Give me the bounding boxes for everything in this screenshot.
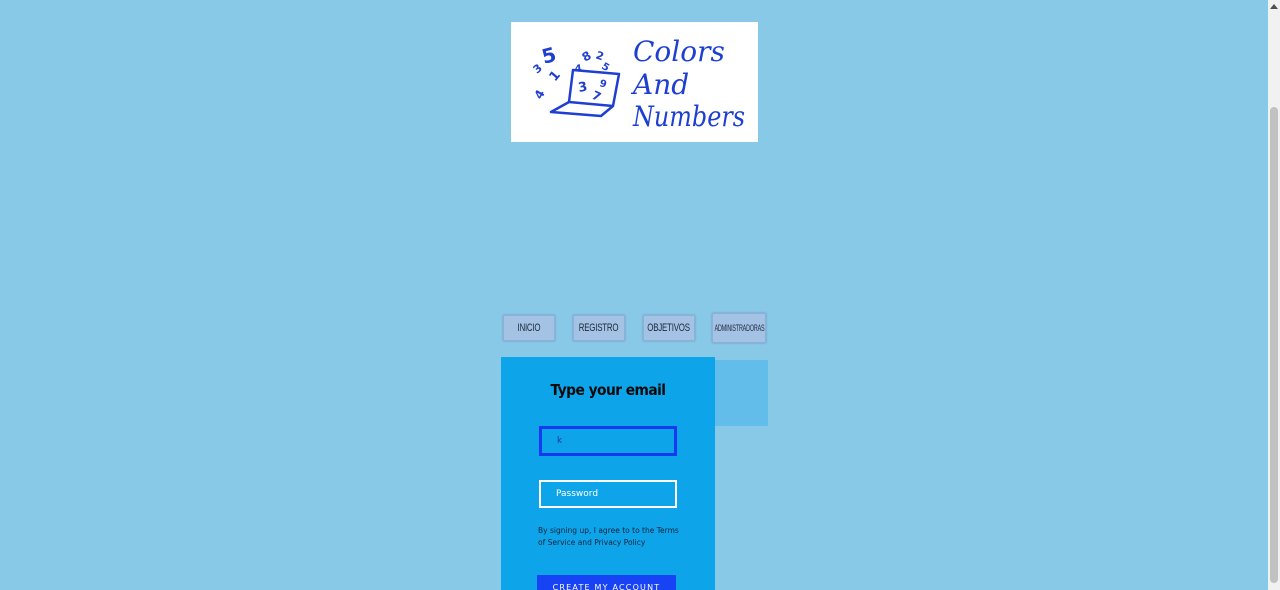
logo-text-line3: Numbers: [632, 100, 745, 133]
logo-number: 7: [590, 88, 603, 104]
logo-text-line1: Colors: [633, 35, 725, 68]
logo-text-line2: And: [630, 68, 689, 101]
scrollbar[interactable]: [1268, 0, 1280, 590]
nav-button-administradoras[interactable]: ADMINISTRADORAS: [712, 313, 766, 343]
logo: 5 2 8 3 1 4 3 9 7 4 5 Colors And Numbers: [511, 22, 758, 142]
create-account-button[interactable]: CREATE MY ACCOUNT: [537, 575, 676, 590]
nav-button-label: OBJETIVOS: [647, 322, 691, 334]
scroll-up-arrow-icon[interactable]: [1268, 0, 1280, 12]
nav-button-inicio[interactable]: INICIO: [503, 315, 555, 341]
logo-number: 1: [547, 68, 564, 85]
scrollbar-thumb[interactable]: [1270, 107, 1278, 583]
logo-number: 4: [574, 63, 582, 75]
page: 5 2 8 3 1 4 3 9 7 4 5 Colors And Numbers…: [0, 0, 1280, 590]
logo-graphic: 5 2 8 3 1 4 3 9 7 4 5 Colors And Numbers: [531, 35, 745, 133]
form-title: Type your email: [550, 381, 667, 399]
nav-button-objetivos[interactable]: OBJETIVOS: [643, 315, 695, 341]
nav-button-registro[interactable]: REGISTRO: [573, 315, 625, 341]
terms-text: By signing up, I agree to to the Terms o…: [538, 526, 679, 547]
signup-form-panel: Type your email By signing up, I agree t…: [501, 357, 715, 590]
nav-button-label: ADMINISTRADORAS: [714, 323, 764, 333]
panel-decoration: [714, 360, 768, 426]
password-input[interactable]: [539, 480, 677, 508]
logo-number: 4: [531, 87, 547, 101]
logo-number: 3: [577, 80, 589, 96]
nav-button-label: INICIO: [517, 322, 541, 334]
logo-number: 5: [539, 42, 559, 69]
logo-number: 3: [531, 61, 545, 76]
email-input[interactable]: [539, 426, 677, 456]
nav-button-label: REGISTRO: [579, 322, 619, 334]
logo-number: 8: [580, 48, 594, 64]
